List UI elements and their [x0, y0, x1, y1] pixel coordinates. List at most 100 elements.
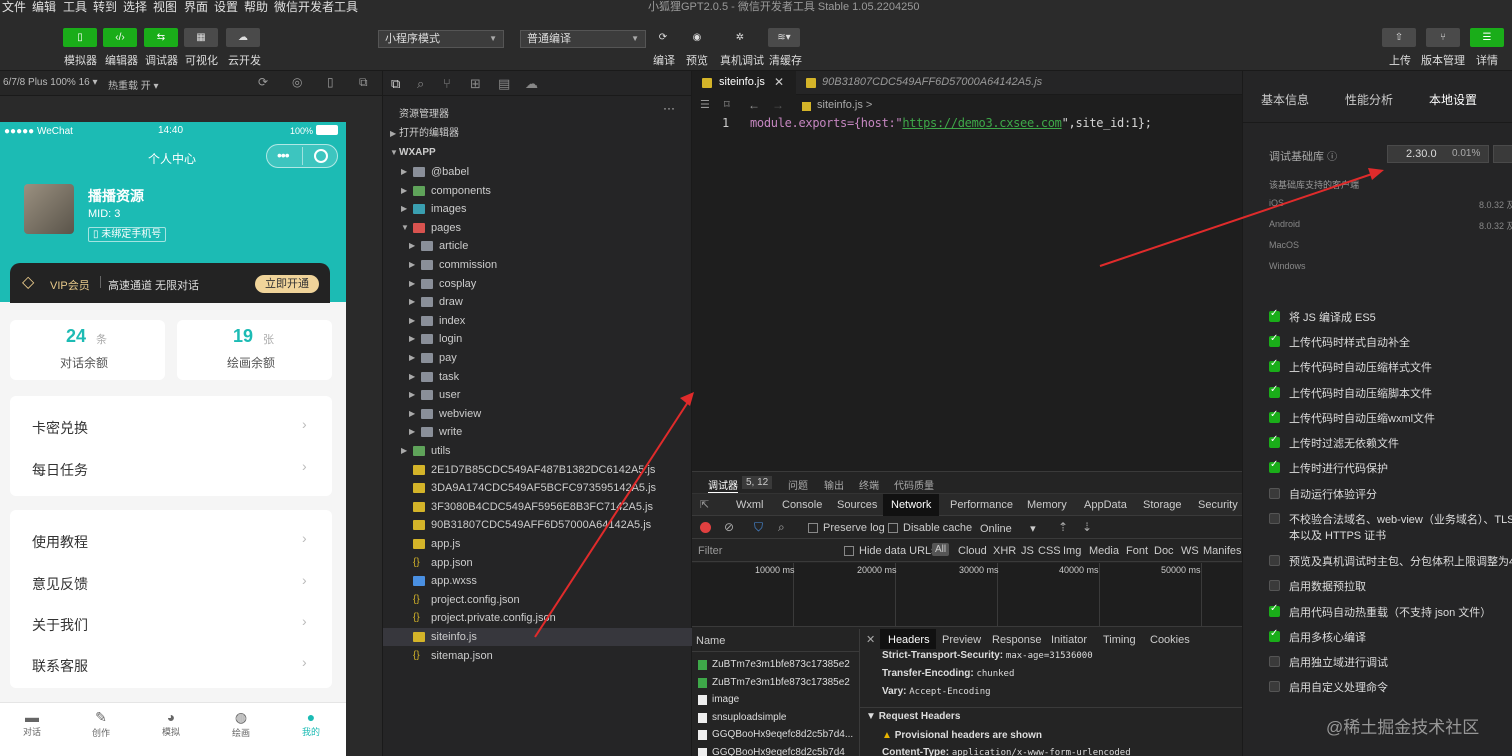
folder-item-write[interactable]: ▶ write	[383, 423, 693, 441]
menu-item-contact[interactable]: 联系客服 ›	[10, 642, 332, 682]
menu-file[interactable]: 文件	[2, 0, 26, 14]
inspect-icon[interactable]: ⇱	[700, 498, 709, 511]
detail-tab-initiator[interactable]: Initiator	[1051, 634, 1087, 646]
detail-tab-response[interactable]: Response	[992, 634, 1042, 646]
folder-item-pay[interactable]: ▶ pay	[383, 349, 693, 367]
filter-media[interactable]: Media	[1089, 545, 1119, 557]
folder-item-webview[interactable]: ▶ webview	[383, 405, 693, 423]
setting-option[interactable]: 预览及真机调试时主包、分包体积上限调整为4	[1243, 553, 1512, 571]
menu-settings[interactable]: 设置	[214, 0, 238, 14]
tab-sources[interactable]: Sources	[837, 499, 877, 511]
setting-option[interactable]: 启用独立域进行调试	[1243, 654, 1512, 672]
avatar[interactable]	[24, 184, 74, 234]
request-row[interactable]: GGQBooHx9eqefc8d2c5b7d4...	[692, 727, 860, 744]
tab-simulate[interactable]: ◕ 模拟	[157, 709, 185, 738]
filter-cloud[interactable]: Cloud	[958, 545, 987, 557]
more-icon[interactable]: •••	[277, 147, 290, 163]
folder-item-login[interactable]: ▶ login	[383, 330, 693, 348]
file-item-project-private-config-json[interactable]: {} project.private.config.json	[383, 609, 693, 627]
bookmark-icon[interactable]: ⌑	[724, 98, 730, 111]
filter-doc[interactable]: Doc	[1154, 545, 1174, 557]
tab-network[interactable]: Network	[883, 494, 939, 516]
setting-option[interactable]: 启用代码自动热重载（不支持 json 文件）	[1243, 604, 1512, 622]
filter-img[interactable]: Img	[1063, 545, 1081, 557]
tab-create[interactable]: ✎ 创作	[87, 709, 115, 739]
tab-problems[interactable]: 问题	[788, 477, 808, 492]
setting-checkbox[interactable]	[1269, 435, 1280, 448]
menu-tools[interactable]: 工具	[63, 0, 87, 14]
back-icon[interactable]: ←	[748, 98, 760, 112]
record-icon[interactable]	[700, 522, 711, 533]
cloud-icon[interactable]: ☁	[525, 76, 538, 92]
tab-chat[interactable]: ▬ 对话	[18, 709, 46, 738]
file-item-3f3080b4cdc549af5956e8b3fc7142a5-js[interactable]: 3F3080B4CDC549AF5956E8B3FC7142A5.js	[383, 498, 693, 516]
device-select[interactable]: 6/7/8 Plus 100% 16 ▾	[3, 77, 98, 88]
search-icon[interactable]: ⌕	[417, 76, 424, 92]
request-row[interactable]: ZuBTm7e3m1bfe873c17385e2	[692, 675, 860, 692]
setting-checkbox[interactable]	[1269, 656, 1280, 667]
hide-data-urls-checkbox[interactable]	[844, 546, 854, 556]
open-editors-section[interactable]: ▶ 打开的编辑器	[383, 125, 693, 143]
setting-checkbox[interactable]	[1269, 359, 1280, 372]
file-item-siteinfo-js[interactable]: siteinfo.js	[383, 628, 693, 646]
filter-icon[interactable]: ⛉	[754, 520, 763, 535]
menu-view[interactable]: 视图	[153, 0, 177, 14]
tab-performance[interactable]: 性能分析	[1345, 91, 1393, 108]
detail-tab-cookies[interactable]: Cookies	[1150, 634, 1190, 646]
name-column-header[interactable]: Name	[696, 635, 725, 647]
tab-terminal[interactable]: 终端	[859, 477, 879, 492]
files-icon[interactable]: ⧉	[391, 76, 400, 92]
filter-xhr[interactable]: XHR	[993, 545, 1016, 557]
setting-option[interactable]: 启用多核心编译	[1243, 629, 1512, 647]
file-item-app-json[interactable]: {} app.json	[383, 554, 693, 572]
folder-item-draw[interactable]: ▶ draw	[383, 293, 693, 311]
setting-checkbox[interactable]	[1269, 555, 1280, 566]
code-url[interactable]: https://demo3.cxsee.com	[902, 116, 1062, 130]
filter-font[interactable]: Font	[1126, 545, 1148, 557]
setting-checkbox[interactable]	[1269, 385, 1280, 398]
capsule-button[interactable]: •••	[266, 144, 338, 168]
code-line[interactable]: module.exports={host:"https://demo3.cxse…	[750, 116, 1152, 130]
file-item-2e1d7b85cdc549af487b1382dc6142a5-js[interactable]: 2E1D7B85CDC549AF487B1382DC6142A5.js	[383, 461, 693, 479]
stop-icon[interactable]: ◎	[292, 75, 302, 89]
debugger-toggle-button[interactable]: ⇆	[144, 28, 178, 47]
preserve-log-checkbox[interactable]	[808, 523, 818, 533]
file-item-app-js[interactable]: app.js	[383, 535, 693, 553]
clear-icon[interactable]: ⊘	[724, 520, 734, 534]
tab-storage[interactable]: Storage	[1143, 499, 1182, 511]
tab-appdata[interactable]: AppData	[1084, 499, 1127, 511]
import-icon[interactable]: ⇡	[1058, 520, 1068, 534]
storage-icon[interactable]: ▤	[498, 76, 510, 92]
compile-select[interactable]: 普通编译 ▼	[520, 30, 646, 48]
request-row[interactable]: snsuploadsimple	[692, 710, 860, 727]
lib-version-select[interactable]: 2.30.0 0.01%	[1387, 145, 1489, 163]
detail-tab-preview[interactable]: Preview	[942, 634, 981, 646]
more-icon[interactable]: ···	[663, 101, 675, 115]
folder-item-images[interactable]: ▶ images	[383, 200, 693, 218]
git-icon[interactable]: ⑂	[443, 76, 451, 91]
menu-select[interactable]: 选择	[123, 0, 147, 14]
tab-wxml[interactable]: Wxml	[736, 499, 764, 511]
tab-memory[interactable]: Memory	[1027, 499, 1067, 511]
file-item-sitemap-json[interactable]: {} sitemap.json	[383, 647, 693, 665]
folder-item-article[interactable]: ▶ article	[383, 237, 693, 255]
tab-performance[interactable]: Performance	[950, 499, 1013, 511]
visual-button[interactable]: ▦	[184, 28, 218, 47]
filter-ws[interactable]: WS	[1181, 545, 1199, 557]
tab-console[interactable]: Console	[782, 499, 822, 511]
version-button[interactable]: ⑂	[1426, 28, 1460, 47]
setting-checkbox[interactable]	[1269, 488, 1280, 499]
request-row[interactable]: ZuBTm7e3m1bfe873c17385e2	[692, 657, 860, 674]
filter-js[interactable]: JS	[1021, 545, 1034, 557]
list-icon[interactable]: ☰	[700, 98, 710, 111]
detail-tab-timing[interactable]: Timing	[1103, 634, 1136, 646]
bind-phone-badge[interactable]: ▯ 未绑定手机号	[88, 227, 167, 242]
setting-option[interactable]: 将 JS 编译成 ES5	[1243, 309, 1512, 327]
tab-code-quality[interactable]: 代码质量	[894, 477, 934, 492]
request-row[interactable]: GGQBooHx9eqefc8d2c5b7d4	[692, 745, 860, 756]
breadcrumb[interactable]: siteinfo.js >	[817, 99, 872, 111]
setting-checkbox[interactable]	[1269, 681, 1280, 692]
setting-checkbox[interactable]	[1269, 629, 1280, 642]
hot-reload-select[interactable]: 热重载 开 ▾	[108, 77, 159, 92]
cloud-dev-button[interactable]: ☁	[226, 28, 260, 47]
